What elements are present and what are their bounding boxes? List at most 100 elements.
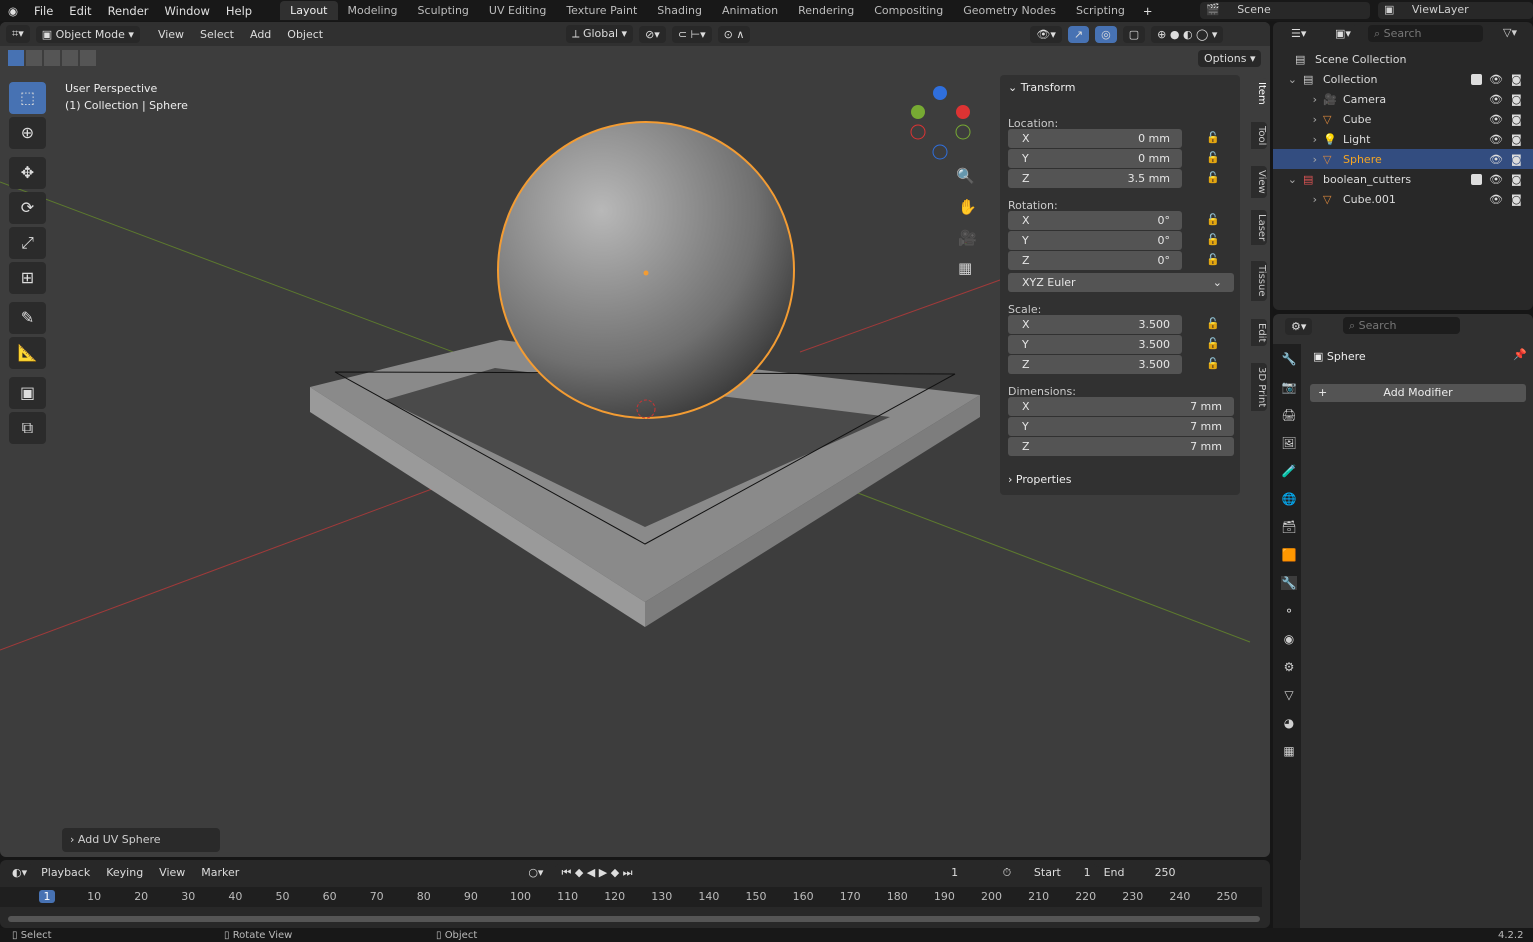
properties-tab-icon[interactable]: ▽ bbox=[1281, 688, 1297, 702]
render-camera-icon[interactable]: ◙ bbox=[1511, 113, 1522, 126]
expand-arrow-icon[interactable]: › bbox=[1273, 193, 1323, 206]
measure-tool[interactable]: 📐 bbox=[9, 337, 46, 369]
tab-rendering[interactable]: Rendering bbox=[788, 1, 864, 20]
frame-tick[interactable]: 220 bbox=[1075, 890, 1096, 903]
expand-arrow-icon[interactable]: ⌄ bbox=[1273, 173, 1303, 186]
frame-tick[interactable]: 70 bbox=[369, 890, 385, 903]
dimensions-z-field[interactable]: Z 7 mm bbox=[1008, 437, 1234, 456]
location-x-field[interactable]: X 0 mm bbox=[1008, 129, 1182, 148]
scale-z-field[interactable]: Z 3.500 bbox=[1008, 355, 1182, 374]
sidebar-tab-tissue[interactable]: Tissue bbox=[1251, 261, 1267, 301]
menu-file[interactable]: File bbox=[26, 4, 61, 18]
frame-tick[interactable]: 130 bbox=[651, 890, 672, 903]
frame-tick[interactable]: 1 bbox=[39, 890, 55, 903]
tab-uv-editing[interactable]: UV Editing bbox=[479, 1, 556, 20]
outliner-row-sphere[interactable]: › ▽ Sphere 👁 ◙ bbox=[1273, 149, 1533, 169]
timeline-menu-playback[interactable]: Playback bbox=[33, 866, 98, 879]
render-camera-icon[interactable]: ◙ bbox=[1511, 193, 1522, 206]
rotate-tool[interactable]: ⟳ bbox=[9, 192, 46, 224]
auto-key-button[interactable]: ○▾ bbox=[522, 864, 550, 881]
lock-icon[interactable]: 🔓 bbox=[1206, 131, 1220, 144]
properties-tab-icon[interactable]: ⚬ bbox=[1281, 604, 1297, 618]
eye-icon[interactable]: 👁 bbox=[1489, 113, 1503, 126]
frame-tick[interactable]: 30 bbox=[180, 890, 196, 903]
viewport-menu-select[interactable]: Select bbox=[192, 28, 242, 41]
frame-ruler[interactable]: 1 10 20 30 40 50 60 70 80 90 100 110 120 130 140 150 160… bbox=[0, 887, 1262, 907]
timeline-editor-type[interactable]: ◐▾ bbox=[6, 864, 34, 881]
menu-window[interactable]: Window bbox=[157, 4, 218, 18]
mode-dropdown[interactable]: ▣ Object Mode ▾ bbox=[35, 25, 140, 43]
properties-tab-icon[interactable]: 📷 bbox=[1281, 380, 1297, 394]
ortho-grid-icon[interactable]: ▦ bbox=[958, 259, 972, 277]
select-extend-icon[interactable] bbox=[26, 50, 42, 66]
frame-tick[interactable]: 10 bbox=[86, 890, 102, 903]
timeline-menu-marker[interactable]: Marker bbox=[193, 866, 247, 879]
frame-tick[interactable]: 210 bbox=[1028, 890, 1049, 903]
render-camera-icon[interactable]: ◙ bbox=[1511, 173, 1522, 186]
dimensions-x-field[interactable]: X 7 mm bbox=[1008, 397, 1234, 416]
properties-tab-icon[interactable]: 🖼 bbox=[1281, 436, 1297, 450]
render-camera-icon[interactable]: ◙ bbox=[1511, 73, 1522, 86]
sidebar-tab-laser[interactable]: Laser bbox=[1251, 210, 1267, 246]
frame-tick[interactable]: 250 bbox=[1217, 890, 1238, 903]
sidebar-tab-item[interactable]: Item bbox=[1251, 78, 1267, 109]
tab-geometry-nodes[interactable]: Geometry Nodes bbox=[953, 1, 1066, 20]
transform-header[interactable]: ⌄ Transform bbox=[1008, 81, 1075, 94]
sidebar-tab-3d-print[interactable]: 3D Print bbox=[1251, 363, 1267, 412]
menu-render[interactable]: Render bbox=[100, 4, 157, 18]
tab-scripting[interactable]: Scripting bbox=[1066, 1, 1135, 20]
frame-tick[interactable]: 200 bbox=[981, 890, 1002, 903]
sidebar-tab-tool[interactable]: Tool bbox=[1251, 122, 1267, 150]
outliner-row-cube-001[interactable]: › ▽ Cube.001 👁 ◙ bbox=[1273, 189, 1533, 209]
properties-tab-icon[interactable]: 🌐 bbox=[1281, 492, 1297, 506]
lock-icon[interactable]: 🔓 bbox=[1206, 337, 1220, 350]
scale-tool[interactable]: ⤢ bbox=[9, 227, 46, 259]
properties-tab-icon[interactable]: 🗃 bbox=[1281, 520, 1297, 534]
overlay-toggle[interactable]: ◎ bbox=[1095, 25, 1117, 43]
rotation-mode-dropdown[interactable]: XYZ Euler ⌄ bbox=[1008, 273, 1234, 292]
viewport-menu-view[interactable]: View bbox=[150, 28, 192, 41]
outliner-row-cube[interactable]: › ▽ Cube 👁 ◙ bbox=[1273, 109, 1533, 129]
dimensions-y-field[interactable]: Y 7 mm bbox=[1008, 417, 1234, 436]
timeline-scrollbar[interactable] bbox=[8, 916, 1260, 922]
render-camera-icon[interactable]: ◙ bbox=[1511, 153, 1522, 166]
gizmo-toggle[interactable]: ↗ bbox=[1067, 25, 1090, 43]
frame-tick[interactable]: 80 bbox=[416, 890, 432, 903]
properties-tab-icon[interactable]: ◕ bbox=[1281, 716, 1297, 730]
render-camera-icon[interactable]: ◙ bbox=[1511, 133, 1522, 146]
lock-icon[interactable]: 🔓 bbox=[1206, 171, 1220, 184]
properties-tab-icon[interactable]: ▦ bbox=[1281, 744, 1297, 758]
frame-tick[interactable]: 170 bbox=[840, 890, 861, 903]
move-tool[interactable]: ✥ bbox=[9, 157, 46, 189]
viewport-menu-add[interactable]: Add bbox=[242, 28, 279, 41]
scale-y-field[interactable]: Y 3.500 bbox=[1008, 335, 1182, 354]
frame-tick[interactable]: 40 bbox=[227, 890, 243, 903]
properties-search-input[interactable]: ⌕ Search bbox=[1343, 317, 1460, 334]
select-intersect-icon[interactable] bbox=[80, 50, 96, 66]
add-workspace-button[interactable]: + bbox=[1135, 4, 1161, 18]
timeline-menu-view[interactable]: View bbox=[151, 866, 193, 879]
sidebar-tab-edit[interactable]: Edit bbox=[1251, 319, 1267, 347]
select-subtract-icon[interactable] bbox=[44, 50, 60, 66]
tab-animation[interactable]: Animation bbox=[712, 1, 788, 20]
frame-tick[interactable]: 110 bbox=[557, 890, 578, 903]
camera-view-icon[interactable]: 🎥 bbox=[958, 229, 977, 247]
eye-icon[interactable]: 👁 bbox=[1489, 193, 1503, 206]
properties-tab-icon[interactable]: ◉ bbox=[1281, 632, 1297, 646]
timeline-menu-keying[interactable]: Keying bbox=[98, 866, 151, 879]
scene-selector[interactable]: 🎬 Scene bbox=[1200, 2, 1370, 19]
eye-icon[interactable]: 👁 bbox=[1489, 73, 1503, 86]
frame-tick[interactable]: 150 bbox=[746, 890, 767, 903]
tab-sculpting[interactable]: Sculpting bbox=[408, 1, 479, 20]
lock-icon[interactable]: 🔓 bbox=[1206, 357, 1220, 370]
editor-type-button[interactable]: ⌗▾ bbox=[6, 25, 30, 43]
eye-icon[interactable]: 👁 bbox=[1489, 133, 1503, 146]
frame-tick[interactable]: 190 bbox=[934, 890, 955, 903]
properties-tab-icon[interactable]: 🟧 bbox=[1281, 548, 1297, 562]
properties-tab-icon[interactable]: ⚙ bbox=[1281, 660, 1297, 674]
eye-icon[interactable]: 👁 bbox=[1489, 173, 1503, 186]
rotation-y-field[interactable]: Y 0° bbox=[1008, 231, 1182, 250]
properties-tab-icon[interactable]: 🔧 bbox=[1281, 576, 1297, 590]
pivot-button[interactable]: ⊘▾ bbox=[639, 25, 666, 43]
select-box-tool[interactable]: ⬚ bbox=[9, 82, 46, 114]
